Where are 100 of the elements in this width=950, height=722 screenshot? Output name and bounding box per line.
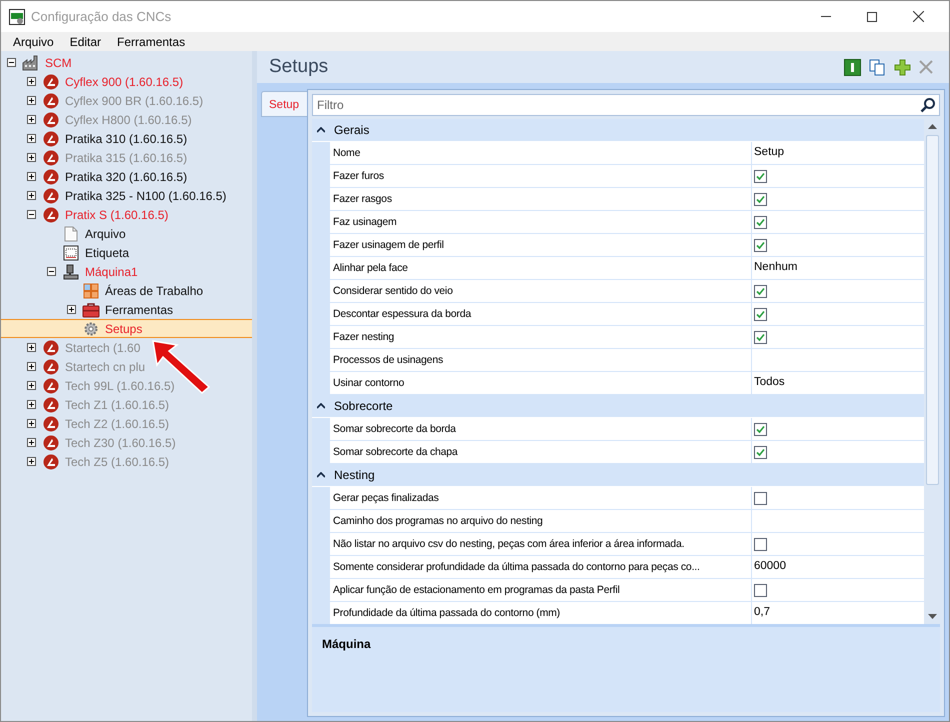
expand-toggle[interactable]	[27, 419, 36, 428]
row-indent	[312, 142, 330, 165]
expand-toggle[interactable]	[27, 96, 36, 105]
expand-toggle[interactable]	[27, 77, 36, 86]
tree-item[interactable]: Ferramentas	[1, 300, 252, 319]
cnc-logo-icon	[43, 150, 59, 166]
tree-item[interactable]: Setups	[1, 319, 252, 338]
collapse-toggle[interactable]	[7, 58, 16, 67]
tree-item[interactable]: Pratika 310 (1.60.16.5)	[1, 129, 252, 148]
collapse-toggle[interactable]	[47, 267, 56, 276]
property-name: Somente considerar profundidade da última passada do contorno para peças co...	[330, 556, 752, 579]
tree-item[interactable]: Arquivo	[1, 224, 252, 243]
property-name: Faz usinagem	[330, 211, 752, 234]
property-value[interactable]: Todos	[754, 374, 785, 392]
menu-item[interactable]: Editar	[62, 32, 110, 50]
tab[interactable]: Setup	[261, 91, 307, 117]
expand-toggle[interactable]	[27, 381, 36, 390]
tree-label: Tech Z5 (1.60.16.5)	[65, 454, 170, 470]
file-icon	[64, 226, 78, 242]
expand-toggle[interactable]	[27, 438, 36, 447]
tree-label: Cyflex H800 (1.60.16.5)	[65, 112, 192, 128]
property-name: Descontar espessura da borda	[330, 303, 752, 326]
add-icon[interactable]	[894, 58, 911, 76]
tree-label: Tech Z2 (1.60.16.5)	[65, 416, 170, 432]
toolbox-icon	[82, 302, 100, 318]
cnc-logo-icon	[43, 188, 59, 204]
checkbox[interactable]	[754, 170, 767, 182]
expand-toggle[interactable]	[27, 343, 36, 352]
checkbox[interactable]	[754, 192, 767, 206]
collapse-toggle[interactable]	[27, 210, 36, 219]
tree-item[interactable]: Pratika 325 - N100 (1.60.16.5)	[1, 186, 252, 205]
checkbox[interactable]	[754, 422, 767, 436]
row-indent	[312, 487, 330, 510]
tree-item[interactable]: SCM	[1, 53, 252, 72]
checkbox[interactable]	[754, 446, 767, 458]
property-name: Nome	[330, 142, 752, 165]
expand-toggle[interactable]	[27, 400, 36, 409]
checkbox[interactable]	[754, 538, 767, 550]
category-header[interactable]: Sobrecorte	[312, 395, 924, 418]
window-title: Configuração das CNCs	[31, 8, 172, 26]
scroll-thumb[interactable]	[926, 135, 938, 485]
checkbox[interactable]	[754, 308, 767, 320]
property-name: Gerar peças finalizadas	[330, 487, 752, 510]
tree-label: Startech (1.60	[65, 340, 140, 356]
checkbox[interactable]	[754, 216, 767, 228]
expand-toggle[interactable]	[27, 457, 36, 466]
expand-toggle[interactable]	[27, 362, 36, 371]
category-name: Nesting	[334, 467, 375, 484]
tree-item[interactable]: Etiqueta	[1, 243, 252, 262]
info-icon[interactable]	[844, 58, 861, 76]
tree-label: Áreas de Trabalho	[105, 282, 204, 300]
panel-title: Setups	[269, 54, 328, 79]
expand-toggle[interactable]	[27, 191, 36, 200]
search-icon[interactable]	[920, 97, 936, 113]
cnc-logo-icon	[43, 396, 59, 412]
grid-icon	[83, 282, 99, 298]
property-name: Fazer rasgos	[330, 188, 752, 211]
expand-toggle[interactable]	[27, 172, 36, 181]
property-value[interactable]: 0,7	[754, 604, 770, 622]
tree-label: Pratika 325 - N100 (1.60.16.5)	[65, 188, 226, 204]
property-name: Alinhar pela face	[330, 257, 752, 280]
checkbox[interactable]	[754, 492, 767, 504]
tree-label: SCM	[45, 54, 72, 72]
property-name: Considerar sentido do veio	[330, 280, 752, 303]
gear-icon	[83, 320, 99, 336]
checkbox[interactable]	[754, 284, 767, 298]
cnc-logo-icon	[43, 130, 59, 146]
cnc-logo-icon	[43, 454, 59, 470]
tree-label: Tech 99L (1.60.16.5)	[65, 378, 175, 394]
property-value[interactable]: Nenhum	[754, 259, 798, 277]
checkbox[interactable]	[754, 238, 767, 252]
category-header[interactable]: Nesting	[312, 464, 924, 487]
category-header[interactable]: Gerais	[312, 119, 924, 142]
tree-item[interactable]: Pratika 320 (1.60.16.5)	[1, 167, 252, 186]
row-indent	[312, 418, 330, 441]
property-value[interactable]: 60000	[754, 558, 786, 576]
expand-toggle[interactable]	[27, 134, 36, 143]
menu-item[interactable]: Ferramentas	[109, 32, 194, 50]
filter-field[interactable]: Filtro	[312, 94, 940, 116]
cnc-logo-icon	[43, 378, 59, 394]
tree-label: Etiqueta	[85, 244, 130, 262]
menu-item[interactable]: Arquivo	[5, 32, 62, 50]
tree-item[interactable]: Máquina1	[1, 262, 252, 281]
property-name: Fazer nesting	[330, 326, 752, 349]
property-value[interactable]: Setup	[754, 144, 784, 162]
category-name: Gerais	[334, 122, 370, 139]
copy-icon[interactable]	[869, 58, 886, 76]
checkbox[interactable]	[754, 330, 767, 344]
close-icon	[912, 11, 924, 22]
expand-toggle[interactable]	[27, 153, 36, 162]
tree-item[interactable]: Pratix S (1.60.16.5)	[1, 205, 252, 224]
expand-toggle[interactable]	[27, 115, 36, 124]
checkbox[interactable]	[754, 584, 767, 596]
tree-label: Arquivo	[85, 226, 126, 242]
tree-label: Setups	[105, 320, 142, 338]
tree-item[interactable]: Áreas de Trabalho	[1, 281, 252, 300]
tree-item[interactable]: Cyflex 900 (1.60.16.5)	[1, 72, 252, 91]
expand-toggle[interactable]	[67, 305, 76, 314]
scrollbar[interactable]	[924, 119, 940, 624]
collapse-chevron-icon	[317, 127, 325, 133]
